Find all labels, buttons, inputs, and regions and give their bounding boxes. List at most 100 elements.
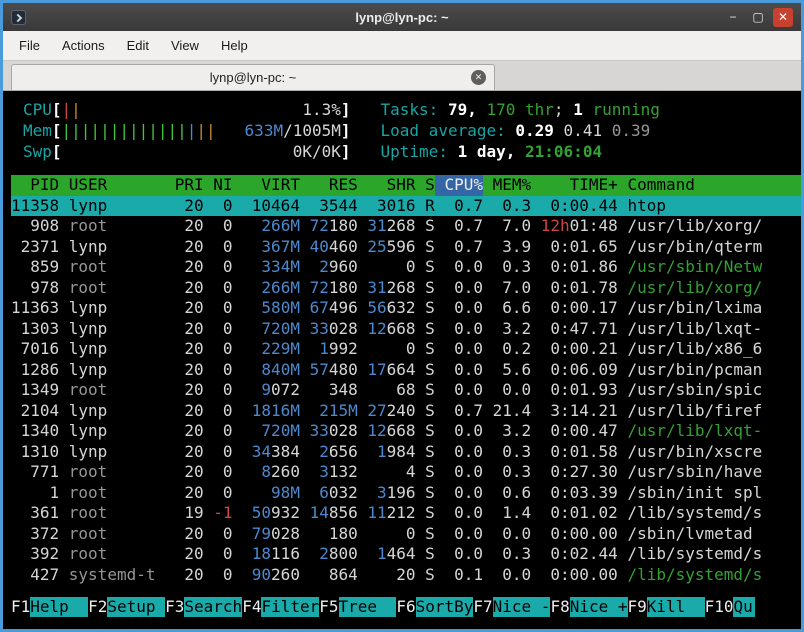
cell-pri: 20 — [155, 339, 203, 360]
process-row[interactable]: 392root2001811628001464S0.00.30:02.44/li… — [11, 544, 801, 565]
cell-shr: 31268 — [358, 278, 416, 299]
column-header-virt[interactable]: VIRT — [233, 175, 300, 196]
cell-ni: 0 — [204, 380, 233, 401]
fkey-f9[interactable]: F9Kill — [628, 597, 705, 617]
cell-cpu: 0.0 — [435, 380, 483, 401]
tab-close-icon[interactable]: ✕ — [471, 70, 486, 85]
process-row[interactable]: 1340lynp200720M3302812668S0.03.20:00.47/… — [11, 421, 801, 442]
fkey-f3[interactable]: F3Search — [165, 597, 242, 617]
cell-pid: 1 — [11, 483, 59, 504]
fkey-f7[interactable]: F7Nice - — [473, 597, 550, 617]
process-row[interactable]: 1349root200907234868S0.00.00:01.93/usr/s… — [11, 380, 801, 401]
cell-res: 2960 — [300, 257, 358, 278]
column-header-pri[interactable]: PRI — [155, 175, 203, 196]
column-header-res[interactable]: RES — [300, 175, 358, 196]
cell-ni: 0 — [204, 442, 233, 463]
cell-cpu: 0.0 — [435, 442, 483, 463]
cell-user: lynp — [59, 298, 155, 319]
process-row[interactable]: 1root20098M60323196S0.00.60:03.39/sbin/i… — [11, 483, 801, 504]
cell-cpu: 0.7 — [435, 401, 483, 422]
cell-mem: 0.0 — [483, 524, 531, 545]
terminal[interactable]: CPU[||1.3%]Mem[||||||||||||||||633M/1005… — [3, 91, 801, 629]
process-row[interactable]: 1310lynp2003438426561984S0.00.30:01.58/u… — [11, 442, 801, 463]
cell-virt: 90260 — [233, 565, 300, 586]
process-row[interactable]: 2371lynp200367M4046025596S0.73.90:01.65/… — [11, 237, 801, 258]
cell-cmd: /usr/sbin/spic — [618, 380, 801, 401]
cell-ni: -1 — [204, 503, 233, 524]
tab[interactable]: lynp@lyn-pc: ~ ✕ — [11, 64, 495, 90]
menu-help[interactable]: Help — [210, 33, 259, 58]
column-header-time[interactable]: TIME+ — [531, 175, 618, 196]
process-row[interactable]: 771root200826031324S0.00.30:27.30/usr/sb… — [11, 462, 801, 483]
tab-label: lynp@lyn-pc: ~ — [210, 70, 297, 85]
cell-virt: 10464 — [233, 196, 300, 217]
column-header-pid[interactable]: PID — [11, 175, 59, 196]
cell-virt: 840M — [233, 360, 300, 381]
cell-shr: 25596 — [358, 237, 416, 258]
fkey-f6[interactable]: F6SortBy — [396, 597, 473, 617]
column-header-cpu[interactable]: CPU% — [435, 175, 483, 196]
cell-s: S — [416, 462, 435, 483]
cell-shr: 4 — [358, 462, 416, 483]
cell-pri: 20 — [155, 216, 203, 237]
column-header-user[interactable]: USER — [59, 175, 155, 196]
process-row[interactable]: 11363lynp200580M6749656632S0.06.60:00.17… — [11, 298, 801, 319]
fkey-f10[interactable]: F10Qu — [705, 597, 755, 617]
fkey-f2[interactable]: F2Setup — [88, 597, 165, 617]
process-row[interactable]: 1303lynp200720M3302812668S0.03.20:47.71/… — [11, 319, 801, 340]
cell-cpu: 0.0 — [435, 319, 483, 340]
column-header-cmd[interactable]: Command — [618, 175, 801, 196]
cell-res: 3544 — [300, 196, 358, 217]
cell-user: root — [59, 483, 155, 504]
menu-edit[interactable]: Edit — [116, 33, 160, 58]
column-header-s[interactable]: S — [416, 175, 435, 196]
process-row[interactable]: 978root200266M7218031268S0.07.00:01.78/u… — [11, 278, 801, 299]
cell-user: root — [59, 524, 155, 545]
cell-res: 40460 — [300, 237, 358, 258]
column-header-mem[interactable]: MEM% — [483, 175, 531, 196]
process-row[interactable]: 1286lynp200840M5748017664S0.05.60:06.09/… — [11, 360, 801, 381]
cell-pid: 11358 — [11, 196, 59, 217]
cell-time: 0:00.47 — [531, 421, 618, 442]
cell-user: lynp — [59, 339, 155, 360]
cell-shr: 3196 — [358, 483, 416, 504]
cell-mem: 0.3 — [483, 544, 531, 565]
cell-res: 180 — [300, 524, 358, 545]
process-row[interactable]: 372root200790281800S0.00.00:00.00/sbin/l… — [11, 524, 801, 545]
process-row[interactable]: 361root19-1509321485611212S0.01.40:01.02… — [11, 503, 801, 524]
process-row[interactable]: 11358lynp2001046435443016R0.70.30:00.44h… — [11, 196, 801, 217]
process-row[interactable]: 7016lynp200229M19920S0.00.20:00.21/usr/l… — [11, 339, 801, 360]
menu-actions[interactable]: Actions — [51, 33, 116, 58]
maximize-button[interactable]: ▢ — [748, 8, 768, 27]
process-row[interactable]: 908root200266M7218031268S0.77.012h01:48/… — [11, 216, 801, 237]
process-row[interactable]: 427systemd-t2009026086420S0.10.00:00.00/… — [11, 565, 801, 586]
cell-time: 12h01:48 — [531, 216, 618, 237]
cell-pri: 20 — [155, 565, 203, 586]
cell-pri: 19 — [155, 503, 203, 524]
minimize-button[interactable]: − — [723, 8, 743, 27]
close-button[interactable]: ✕ — [773, 8, 793, 27]
fkey-f8[interactable]: F8Nice + — [550, 597, 627, 617]
cell-mem: 3.9 — [483, 237, 531, 258]
fkey-f5[interactable]: F5Tree — [319, 597, 396, 617]
menu-file[interactable]: File — [8, 33, 51, 58]
load-average-line: Load average: 0.29 0.41 0.39 — [381, 120, 660, 141]
column-header-shr[interactable]: SHR — [358, 175, 416, 196]
cell-time: 0:00.17 — [531, 298, 618, 319]
process-row[interactable]: 859root200334M29600S0.00.30:01.86/usr/sb… — [11, 257, 801, 278]
process-row[interactable]: 2104lynp2001816M215M27240S0.721.43:14.21… — [11, 401, 801, 422]
cell-s: S — [416, 483, 435, 504]
cell-cpu: 0.0 — [435, 278, 483, 299]
column-header-ni[interactable]: NI — [204, 175, 233, 196]
cell-mem: 5.6 — [483, 360, 531, 381]
cell-time: 0:01.86 — [531, 257, 618, 278]
cell-ni: 0 — [204, 483, 233, 504]
cell-s: S — [416, 339, 435, 360]
fkey-f1[interactable]: F1Help — [11, 597, 88, 617]
cell-mem: 3.2 — [483, 319, 531, 340]
menu-view[interactable]: View — [160, 33, 210, 58]
cell-user: lynp — [59, 237, 155, 258]
fkey-f4[interactable]: F4Filter — [242, 597, 319, 617]
cell-s: R — [416, 196, 435, 217]
cell-user: lynp — [59, 401, 155, 422]
